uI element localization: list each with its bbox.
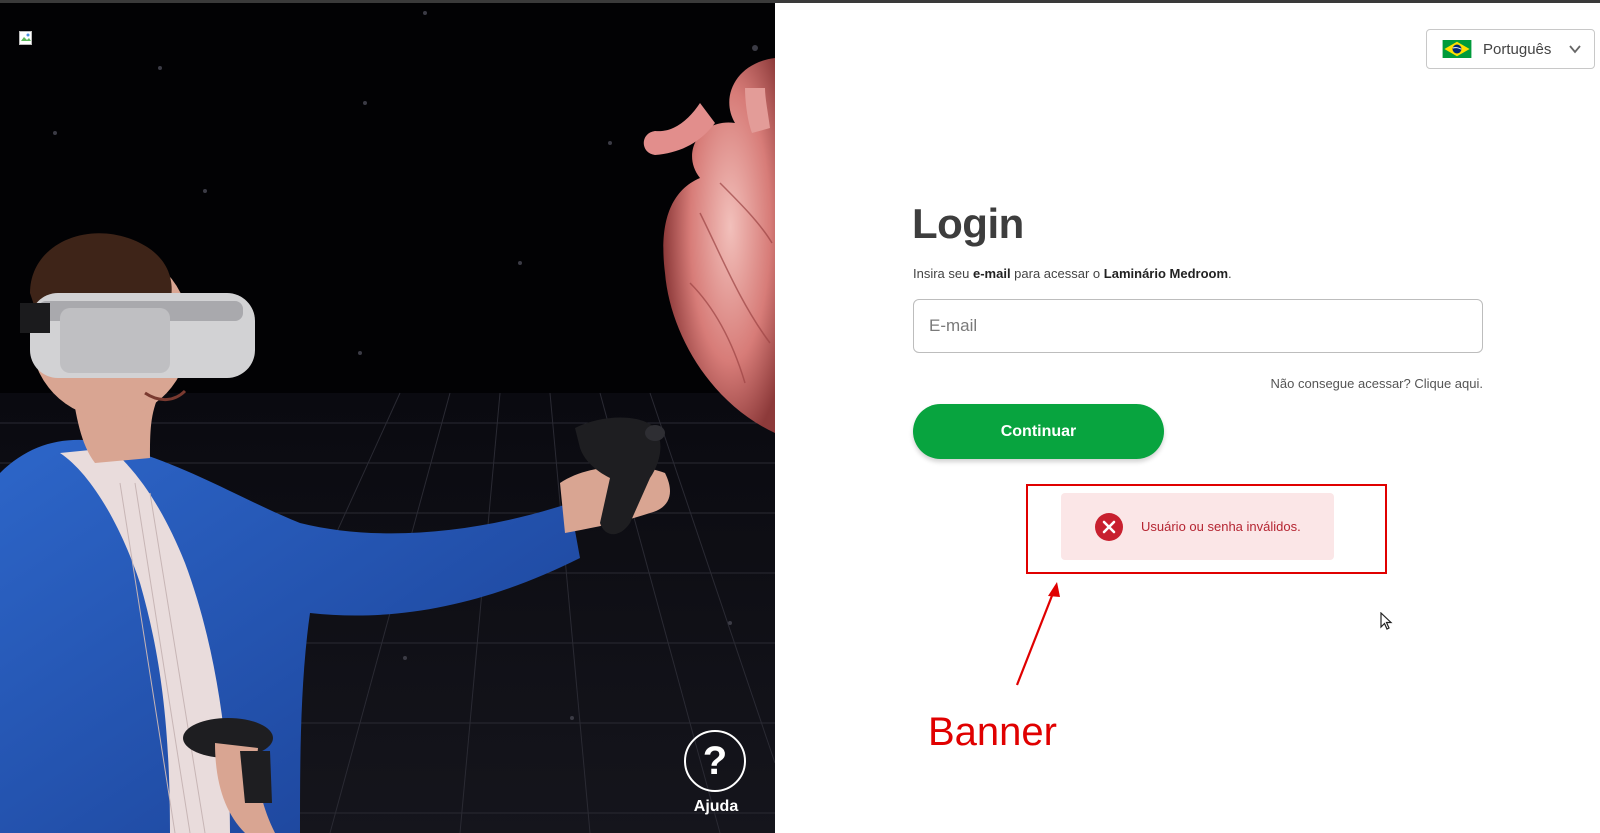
mouse-cursor-icon bbox=[1380, 612, 1393, 630]
hero-panel: ? Ajuda bbox=[0, 3, 775, 833]
question-mark-icon: ? bbox=[702, 738, 728, 783]
error-x-icon bbox=[1095, 512, 1123, 541]
help-label[interactable]: Ajuda bbox=[680, 798, 752, 816]
chevron-down-icon bbox=[1569, 45, 1581, 54]
subtitle-middle: para acessar o bbox=[1010, 266, 1104, 281]
broken-logo-image-icon bbox=[19, 31, 32, 45]
forgot-access-link[interactable]: Não consegue acessar? Clique aqui. bbox=[1200, 376, 1483, 391]
hero-illustration bbox=[0, 11, 775, 833]
subtitle-suffix: . bbox=[1228, 266, 1232, 281]
annotation-label: Banner bbox=[928, 710, 1057, 754]
subtitle-email-bold: e-mail bbox=[972, 266, 1011, 281]
language-selected-label: Português bbox=[1483, 40, 1552, 58]
subtitle-product-bold: Laminário Medroom bbox=[1103, 266, 1229, 281]
help-button[interactable]: ? bbox=[684, 730, 746, 792]
brazil-flag-icon bbox=[1442, 40, 1472, 58]
error-message: Usuário ou senha inválidos. bbox=[1141, 519, 1301, 534]
login-subtitle: Insira seu e-mail para acessar o Laminár… bbox=[913, 266, 1232, 281]
continue-button[interactable]: Continuar bbox=[913, 404, 1164, 459]
page-title: Login bbox=[912, 200, 1024, 247]
language-select[interactable]: Português bbox=[1426, 29, 1595, 69]
annotation-arrow bbox=[1015, 582, 1060, 686]
email-field[interactable] bbox=[913, 299, 1483, 353]
error-banner: Usuário ou senha inválidos. bbox=[1061, 493, 1334, 560]
subtitle-prefix: Insira seu bbox=[913, 266, 973, 281]
